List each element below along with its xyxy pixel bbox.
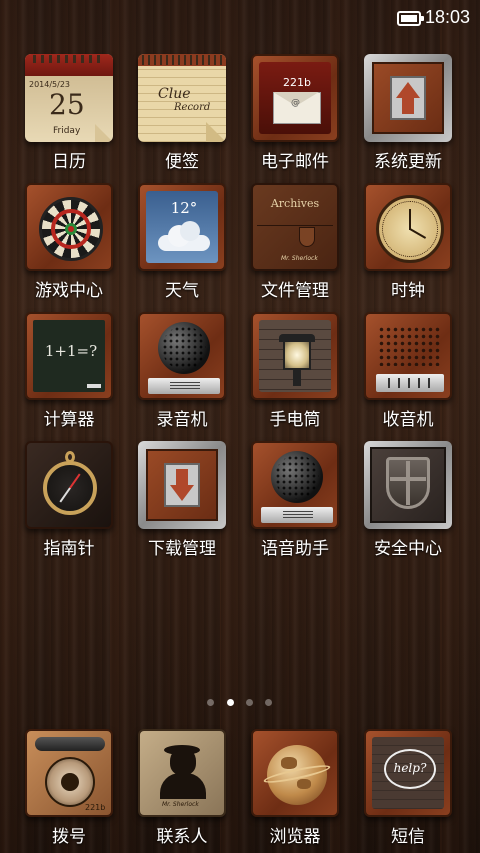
- app-label: 下载管理: [148, 539, 216, 559]
- app-voice[interactable]: 语音助手: [239, 441, 351, 559]
- app-label: 游戏中心: [35, 281, 103, 301]
- app-download[interactable]: 下载管理: [126, 441, 238, 559]
- calendar-weekday: Friday: [53, 126, 81, 136]
- status-bar: 18:03: [0, 0, 480, 36]
- phone-number: 221b: [85, 803, 106, 812]
- app-clock[interactable]: 时钟: [352, 183, 464, 301]
- app-label: 天气: [165, 281, 199, 301]
- page-indicator: [0, 699, 480, 709]
- up-arrow-icon: [364, 54, 452, 142]
- radio-icon: [364, 312, 452, 400]
- dock-contacts[interactable]: Mr. Sherlock 联系人: [126, 729, 238, 847]
- app-email[interactable]: 221b @ 电子邮件: [239, 54, 351, 172]
- app-games[interactable]: 游戏中心: [13, 183, 125, 301]
- wallet-icon: Archives Mr. Sherlock: [251, 183, 339, 271]
- app-label: 语音助手: [261, 539, 329, 559]
- page-dot[interactable]: [246, 699, 253, 706]
- app-label: 系统更新: [374, 152, 442, 172]
- globe-icon: [251, 729, 339, 817]
- notepad-icon: Clue Record: [138, 54, 226, 142]
- app-label: 拨号: [52, 827, 86, 847]
- rotary-phone-icon: 221b: [25, 729, 113, 817]
- messages-text: help?: [393, 761, 427, 775]
- app-notes[interactable]: Clue Record 便签: [126, 54, 238, 172]
- app-update[interactable]: 系统更新: [352, 54, 464, 172]
- mailbox-icon: 221b @: [251, 54, 339, 142]
- app-calculator[interactable]: 1+1=? 计算器: [13, 312, 125, 430]
- microphone-icon: [138, 312, 226, 400]
- app-label: 手电筒: [269, 410, 321, 430]
- app-label: 录音机: [156, 410, 208, 430]
- app-weather[interactable]: 12° 天气: [126, 183, 238, 301]
- down-arrow-icon: [138, 441, 226, 529]
- app-calendar[interactable]: 2014/5/23 25 Friday 日历: [13, 54, 125, 172]
- files-sub: Mr. Sherlock: [281, 255, 318, 262]
- app-flashlight[interactable]: 手电筒: [239, 312, 351, 430]
- app-security[interactable]: 安全中心: [352, 441, 464, 559]
- files-title: Archives: [270, 197, 320, 210]
- cloud-icon: 12°: [138, 183, 226, 271]
- calendar-day: 25: [49, 88, 85, 121]
- dock-browser[interactable]: 浏览器: [239, 729, 351, 847]
- app-label: 浏览器: [269, 827, 321, 847]
- app-label: 电子邮件: [261, 152, 329, 172]
- chalkboard-formula: 1+1=?: [44, 342, 98, 360]
- page-dot-active[interactable]: [227, 699, 234, 706]
- app-label: 短信: [391, 827, 425, 847]
- app-label: 指南针: [43, 539, 95, 559]
- notes-text: Clue: [158, 86, 191, 102]
- dock-phone[interactable]: 221b 拨号: [13, 729, 125, 847]
- notes-text: Record: [174, 102, 211, 113]
- compass-icon: [25, 441, 113, 529]
- app-label: 便签: [165, 152, 199, 172]
- weather-temp: 12°: [170, 199, 198, 217]
- app-recorder[interactable]: 录音机: [126, 312, 238, 430]
- contacts-sub: Mr. Sherlock: [162, 801, 199, 808]
- speech-bubble-icon: help?: [364, 729, 452, 817]
- page-dot[interactable]: [207, 699, 214, 706]
- shield-icon: [364, 441, 452, 529]
- chalkboard-icon: 1+1=?: [25, 312, 113, 400]
- app-label: 计算器: [43, 410, 95, 430]
- mailbox-number: 221b: [283, 76, 311, 89]
- silhouette-icon: Mr. Sherlock: [138, 729, 226, 817]
- app-label: 安全中心: [374, 539, 442, 559]
- dock-messages[interactable]: help? 短信: [352, 729, 464, 847]
- app-label: 日历: [52, 152, 86, 172]
- page-dot[interactable]: [265, 699, 272, 706]
- battery-icon: [397, 11, 424, 26]
- app-label: 文件管理: [261, 281, 329, 301]
- app-label: 联系人: [156, 827, 208, 847]
- lantern-icon: [251, 312, 339, 400]
- dartboard-icon: [25, 183, 113, 271]
- speaker-icon: [251, 441, 339, 529]
- app-files[interactable]: Archives Mr. Sherlock 文件管理: [239, 183, 351, 301]
- clock-icon: [364, 183, 452, 271]
- app-radio[interactable]: 收音机: [352, 312, 464, 430]
- app-compass[interactable]: 指南针: [13, 441, 125, 559]
- app-label: 时钟: [391, 281, 425, 301]
- app-label: 收音机: [382, 410, 434, 430]
- calendar-icon: 2014/5/23 25 Friday: [25, 54, 113, 142]
- status-time: 18:03: [425, 7, 471, 27]
